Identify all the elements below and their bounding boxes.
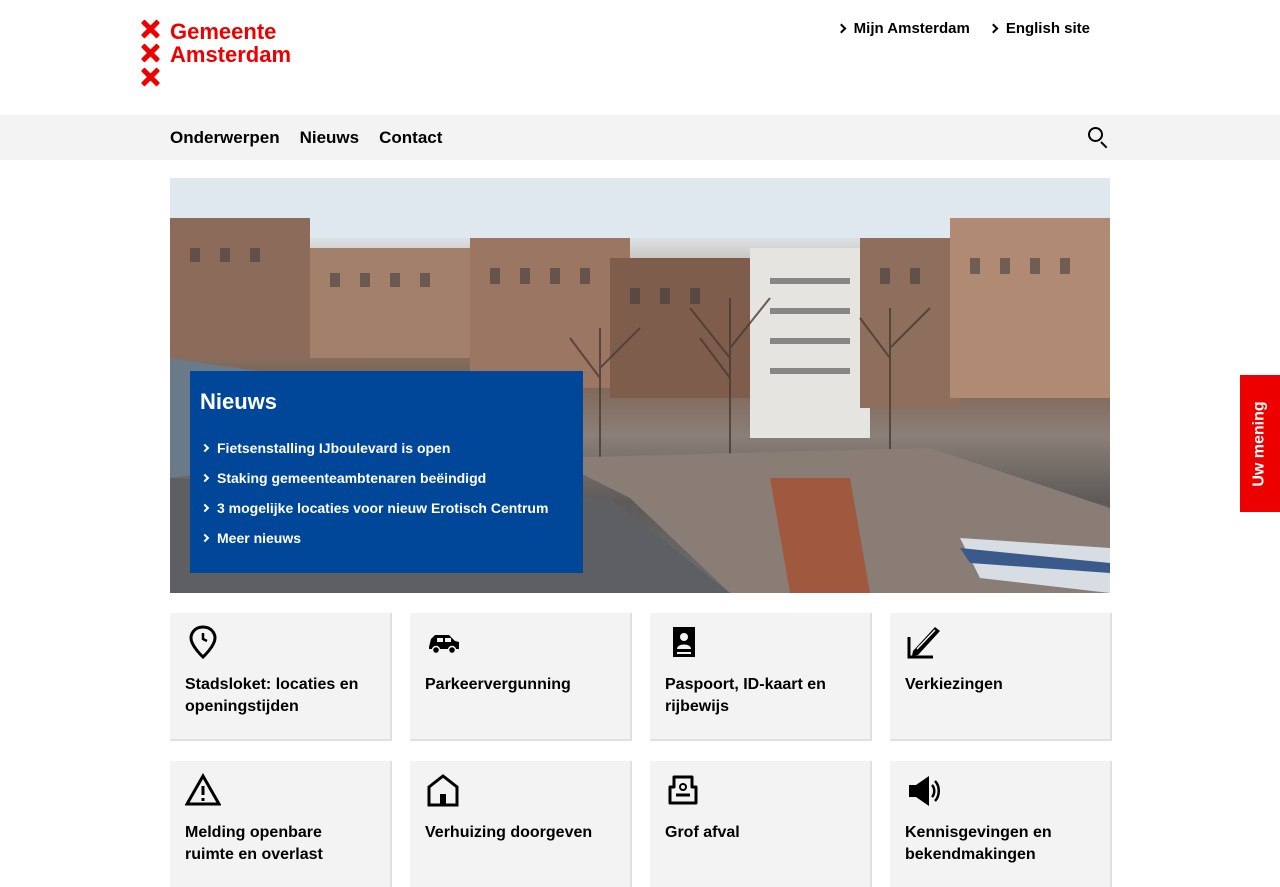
news-item[interactable]: Fietsenstalling IJboulevard is open — [200, 433, 573, 463]
ballot-pencil-icon — [907, 627, 940, 659]
chevron-right-icon — [200, 503, 210, 513]
chevron-right-icon — [988, 23, 999, 34]
logo-text-line2: Amsterdam — [170, 42, 292, 67]
nav-item-contact[interactable]: Contact — [379, 128, 442, 148]
amsterdam-crosses-icon — [140, 20, 160, 92]
megaphone-icon — [909, 776, 940, 806]
armchair-icon — [668, 775, 698, 805]
hero-image: Nieuws Fietsenstalling IJboulevard is op… — [170, 178, 1110, 593]
tile-parkeervergunning[interactable]: Parkeervergunning — [410, 613, 632, 741]
tile-kennisgevingen[interactable]: Kennisgevingen en bekendmakingen — [890, 761, 1112, 887]
english-site-link[interactable]: English site — [988, 20, 1090, 37]
tile-melding[interactable]: Melding openbare ruimte en overlast — [170, 761, 392, 887]
warning-icon — [184, 772, 222, 806]
logo-text-line1: Gemeente — [170, 19, 277, 44]
mijn-amsterdam-link[interactable]: Mijn Amsterdam — [836, 20, 970, 37]
uw-mening-tab[interactable]: Uw mening — [1240, 375, 1280, 512]
chevron-right-icon — [200, 533, 210, 543]
main-nav: Onderwerpen Nieuws Contact — [0, 115, 1280, 160]
nav-item-onderwerpen[interactable]: Onderwerpen — [170, 128, 280, 148]
car-icon — [429, 635, 459, 655]
search-icon[interactable] — [1086, 125, 1110, 149]
tile-paspoort[interactable]: Paspoort, ID-kaart en rijbewijs — [650, 613, 872, 741]
news-item[interactable]: Staking gemeenteambtenaren beëindigd — [200, 463, 573, 493]
passport-icon — [673, 627, 695, 657]
top-links: Mijn Amsterdam English site — [836, 20, 1090, 37]
tile-verkiezingen[interactable]: Verkiezingen — [890, 613, 1112, 741]
tile-grof-afval[interactable]: Grof afval — [650, 761, 872, 887]
nav-item-nieuws[interactable]: Nieuws — [300, 128, 360, 148]
tile-stadsloket[interactable]: Stadsloket: locaties en openingstijden — [170, 613, 392, 741]
site-header: Gemeente Amsterdam Mijn Amsterdam Englis… — [0, 0, 1280, 115]
chevron-right-icon — [836, 23, 847, 34]
gemeente-amsterdam-logo[interactable]: Gemeente Amsterdam — [140, 20, 291, 92]
meer-nieuws-link[interactable]: Meer nieuws — [200, 523, 573, 553]
chevron-right-icon — [200, 443, 210, 453]
chevron-right-icon — [200, 473, 210, 483]
news-item[interactable]: 3 mogelijke locaties voor nieuw Erotisch… — [200, 493, 573, 523]
location-clock-icon — [189, 625, 217, 660]
news-list: Fietsenstalling IJboulevard is open Stak… — [200, 433, 573, 553]
news-box: Nieuws Fietsenstalling IJboulevard is op… — [190, 371, 583, 573]
tile-verhuizing[interactable]: Verhuizing doorgeven — [410, 761, 632, 887]
house-icon — [427, 774, 459, 807]
news-title: Nieuws — [200, 389, 278, 414]
